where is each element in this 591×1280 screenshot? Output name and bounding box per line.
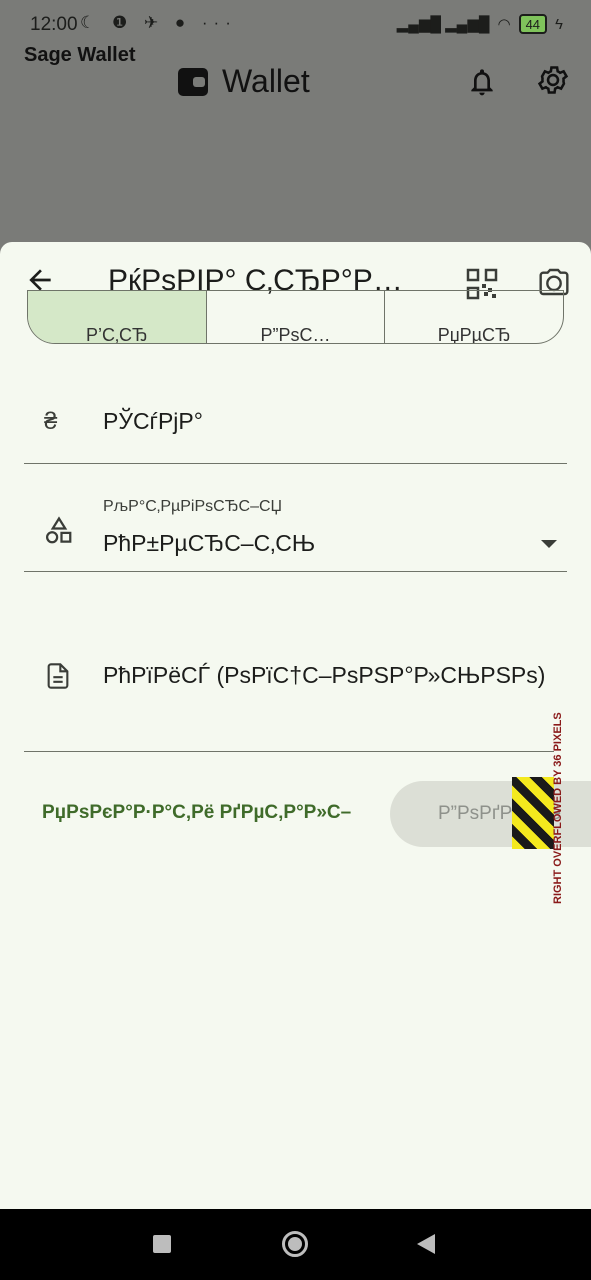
system-icons: ▂▄▆█ ▂▄▆█ ◠ 44 ϟ: [397, 14, 563, 34]
wifi-icon: ◠: [497, 16, 511, 33]
notification-icons: ☾ ❶ ✈ ● ···: [80, 13, 237, 32]
amount-field[interactable]: ₴ РЎСѓРјР°: [24, 384, 567, 464]
category-value: РћР±РµСЂС–С‚СЊ: [103, 530, 316, 556]
page-title: Wallet: [222, 63, 310, 99]
document-icon: [44, 660, 72, 697]
recents-icon[interactable]: [153, 1235, 171, 1253]
description-field[interactable]: РћРїРёСЃ (РѕРїС†С–РѕРЅР°Р»СЊРЅРѕ): [24, 622, 554, 752]
overflow-indicator: [512, 777, 554, 849]
wallet-icon: [178, 68, 208, 96]
status-bar: 12:00 ☾ ❶ ✈ ● ··· ▂▄▆█ ▂▄▆█ ◠ 44 ϟ: [0, 0, 591, 48]
signal-icon: ▂▄▆█ ▂▄▆█: [396, 16, 490, 33]
segment-income[interactable]: Р”РѕС…: [207, 291, 386, 343]
hryvnia-icon: ₴: [44, 408, 58, 435]
bell-icon[interactable]: [466, 66, 498, 105]
overflow-warning: RIGHT OVERFLOWED BY 36 PIXELS: [552, 712, 564, 904]
gear-icon[interactable]: [536, 63, 570, 106]
back-icon[interactable]: [417, 1234, 435, 1254]
home-icon[interactable]: [282, 1231, 308, 1257]
show-details-button[interactable]: РџРѕРєР°Р·Р°С‚Рё РґРµС‚Р°Р»С–: [42, 802, 351, 824]
battery-icon: 44: [518, 14, 548, 34]
segment-transfer[interactable]: РџРµСЂ: [385, 291, 563, 343]
new-transaction-sheet: РќРѕРІР° С‚СЂР°РЅР·Р°РєС†С–СЏ Р’С‚СЂ Р”Р…: [0, 242, 591, 1209]
system-nav-bar: [0, 1209, 591, 1280]
category-shapes-icon: [44, 516, 74, 551]
description-placeholder: РћРїРёСЃ (РѕРїС†С–РѕРЅР°Р»СЊРЅРѕ): [103, 662, 546, 688]
transaction-type-selector: Р’С‚СЂ Р”РѕС… РџРµСЂ: [27, 290, 564, 344]
amount-placeholder: РЎСѓРјР°: [103, 408, 203, 434]
category-label: РљР°С‚РµРіРѕСЂС–СЏ: [103, 498, 283, 515]
segment-expense[interactable]: Р’С‚СЂ: [28, 291, 207, 343]
charging-icon: ϟ: [555, 15, 563, 33]
app-name: Sage Wallet: [24, 44, 136, 66]
dropdown-arrow-icon: [541, 540, 557, 548]
category-dropdown[interactable]: РљР°С‚РµРіРѕСЂС–СЏ РћР±РµСЂС–С‚СЊ: [24, 492, 567, 572]
status-time: 12:00: [30, 14, 78, 35]
